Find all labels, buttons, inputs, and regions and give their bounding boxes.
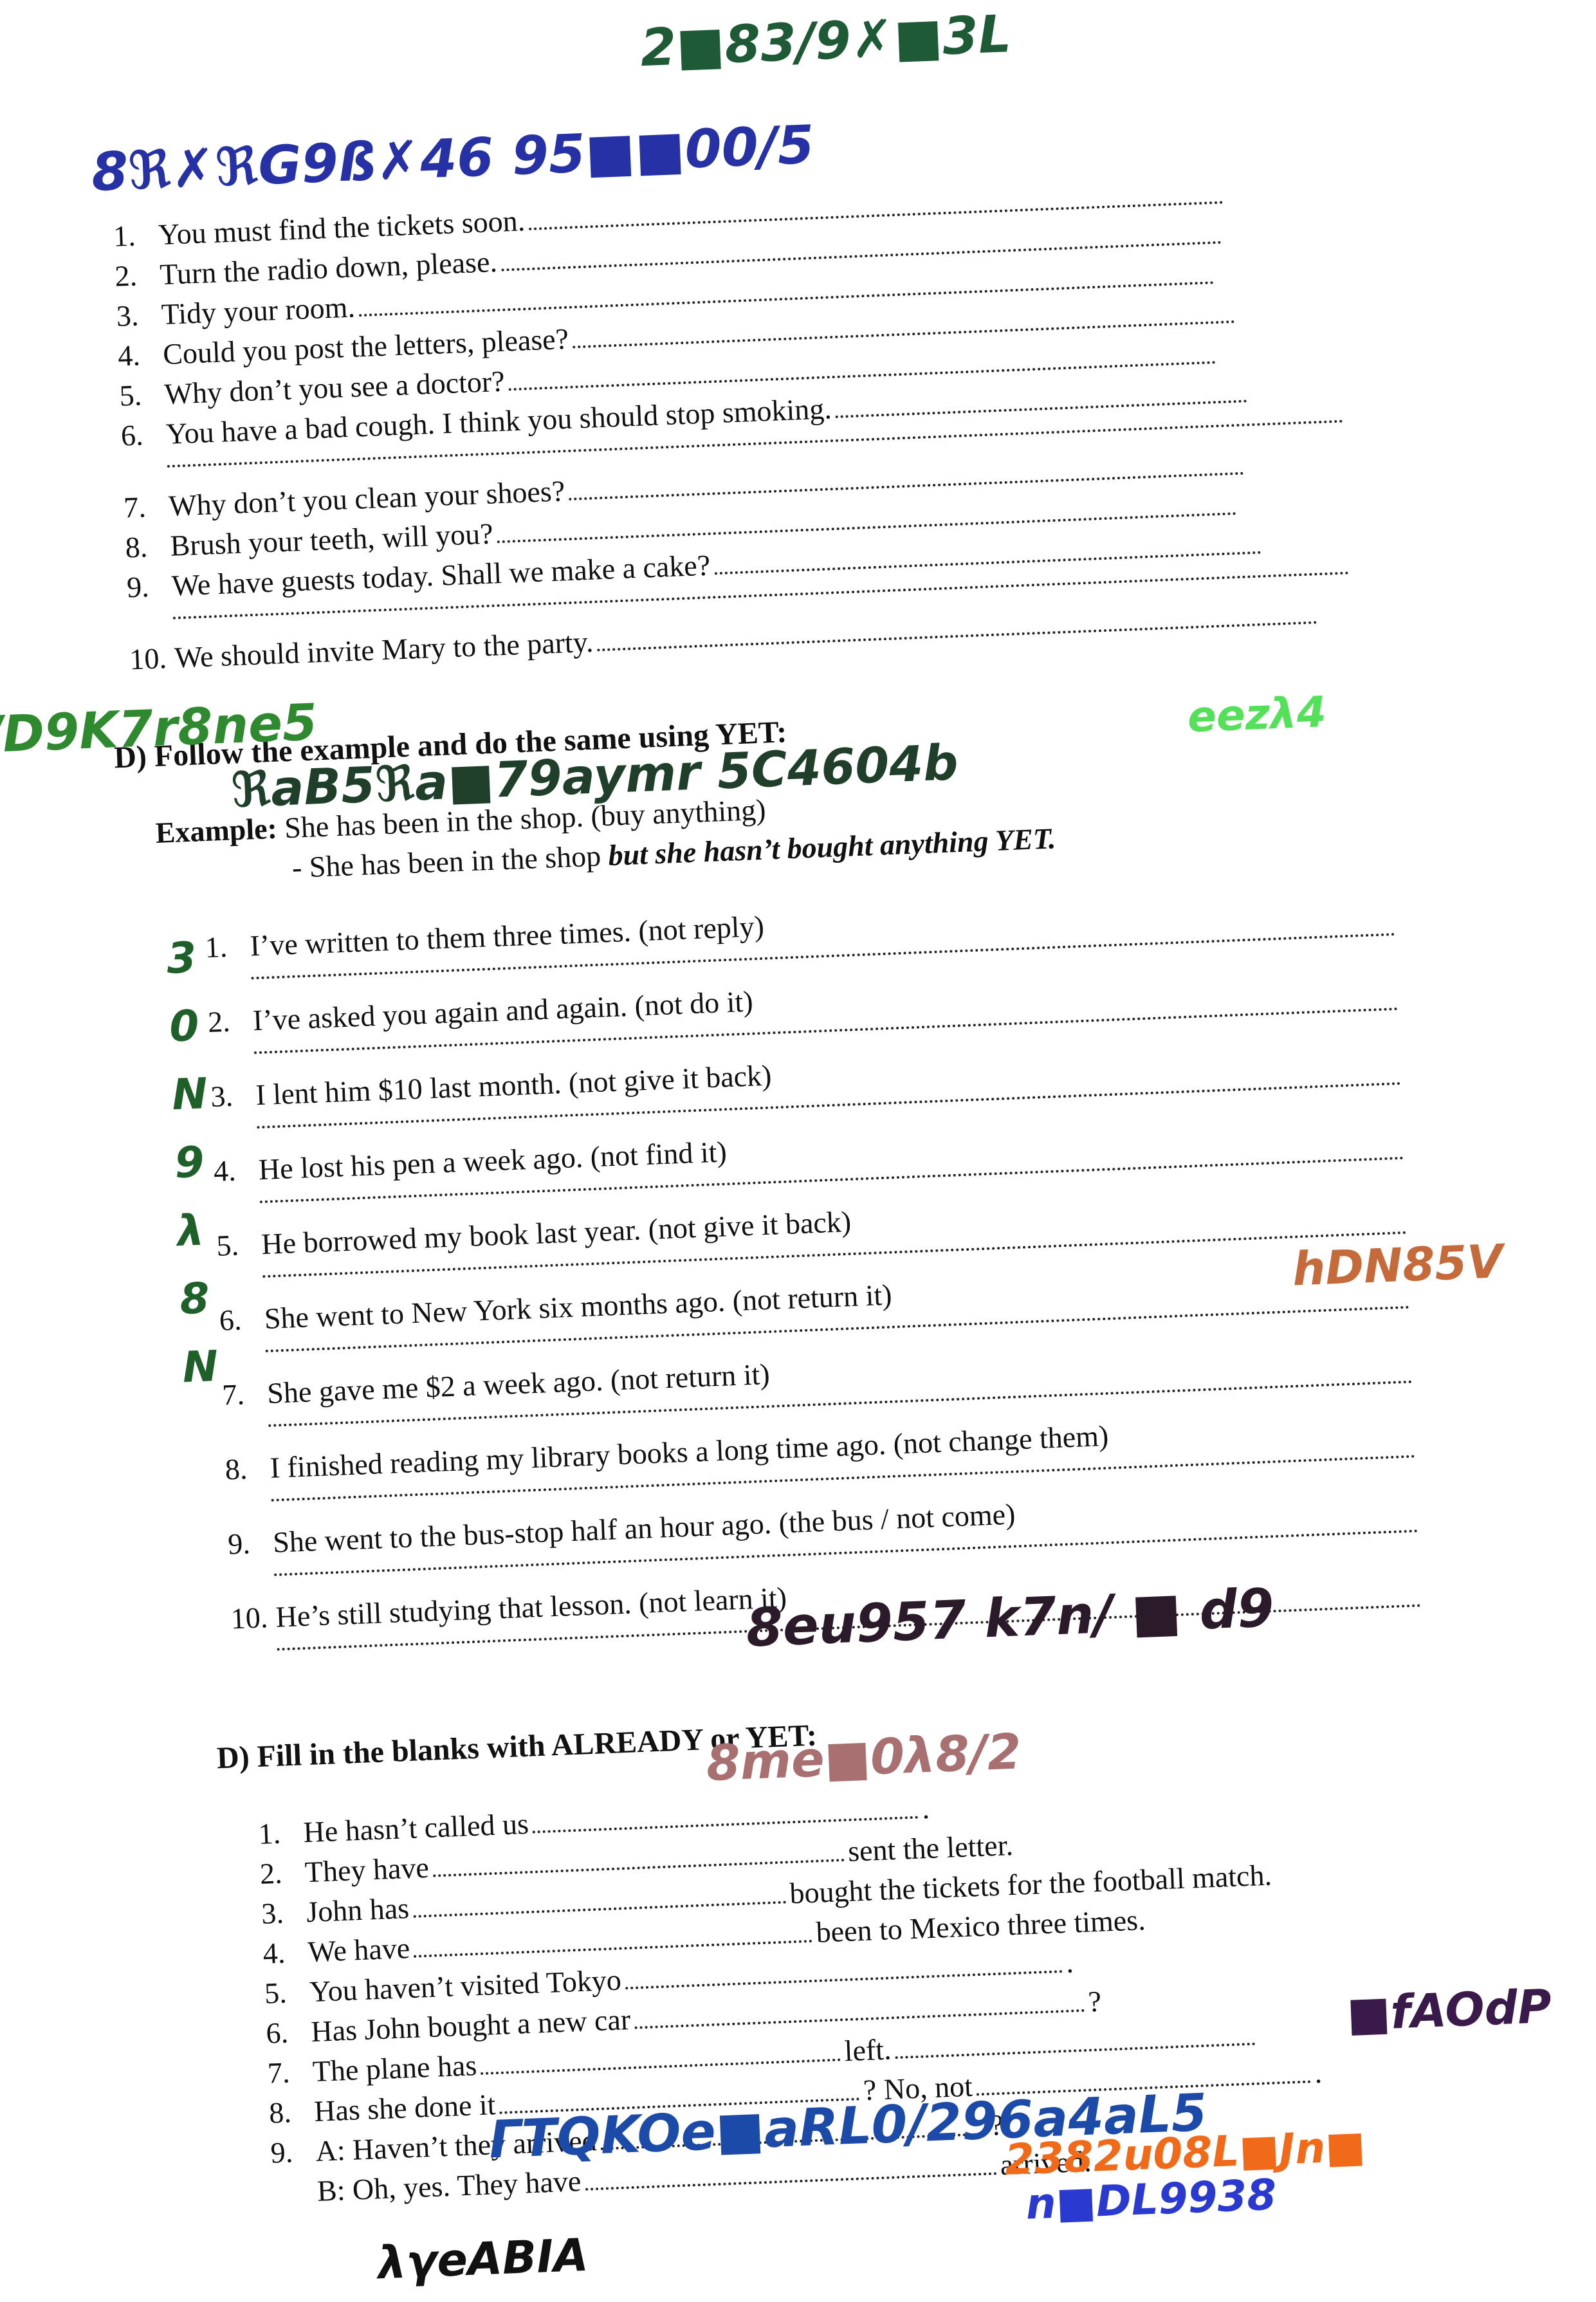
answer-blank[interactable] bbox=[713, 542, 1261, 575]
scribble-blue-3: n■DL9938 bbox=[1025, 2169, 1278, 2229]
fill-blank[interactable] bbox=[895, 2033, 1256, 2059]
answer-blank[interactable] bbox=[596, 612, 1317, 652]
scribble-orange: hDN85V bbox=[1291, 1234, 1504, 1296]
fill-blank[interactable] bbox=[412, 1892, 787, 1918]
scribble-vertical: 3 0 N 9 λ 8 N bbox=[165, 932, 219, 1392]
fill-blank[interactable] bbox=[634, 2000, 1085, 2029]
fill-blank[interactable] bbox=[585, 2163, 997, 2191]
scribble-black: 8eu957 k7n/ ■ d9 bbox=[745, 1578, 1276, 1659]
fill-blank[interactable] bbox=[481, 2049, 841, 2075]
scribble-blue-1: 8ℜ✗ℜG9ß✗46 95■■00/5 bbox=[90, 114, 816, 204]
d1-item-8: 8. I finished reading my library books a … bbox=[224, 1419, 1110, 1486]
scribble-top: 2■83/9✗■3L bbox=[639, 4, 1013, 78]
d1-item-9: 9. She went to the bus-stop half an hour … bbox=[227, 1497, 1016, 1561]
answer-blank[interactable] bbox=[835, 391, 1247, 418]
worksheet-page: 1. You must find the tickets soon. 2. Turn… bbox=[0, 0, 1596, 2290]
fill-blank[interactable] bbox=[532, 1807, 919, 1834]
scribble-purple: ■fAOdP bbox=[1346, 1979, 1553, 2041]
fill-blank[interactable] bbox=[625, 1961, 1063, 1990]
fill-blank[interactable] bbox=[413, 1931, 813, 1958]
scribble-mauve: 8me■0λ8/2 bbox=[705, 1722, 1023, 1792]
scribble-bottom: λγeABIA bbox=[376, 2228, 589, 2290]
scribble-light-green: eezλ4 bbox=[1186, 687, 1328, 742]
fill-blank[interactable] bbox=[432, 1850, 845, 1877]
